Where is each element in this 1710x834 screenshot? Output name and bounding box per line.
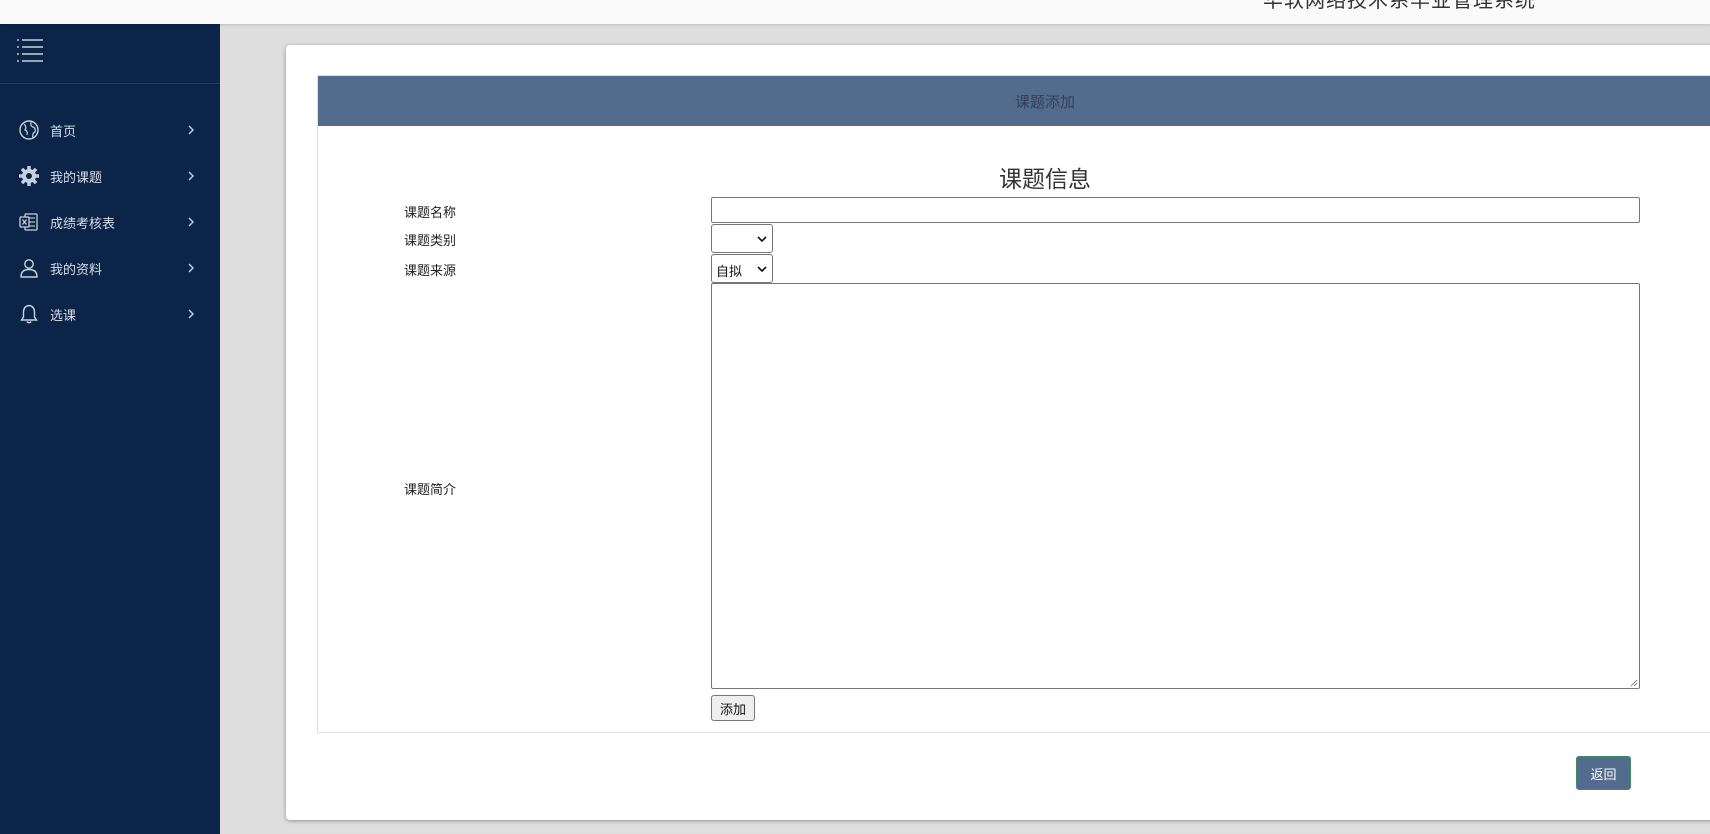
chevron-right-icon [188, 217, 194, 227]
sidebar-item-label: 成绩考核表 [50, 216, 116, 232]
sidebar-item-home[interactable]: 首页 [0, 107, 220, 153]
sidebar-item-grade-sheet[interactable]: 成绩考核表 [0, 199, 220, 245]
topic-category-label: 课题类别 [404, 234, 457, 249]
globe-icon [17, 118, 41, 142]
sidebar-item-label: 我的课题 [50, 170, 103, 186]
topic-source-value: 自拟 [716, 265, 743, 280]
excel-file-icon [17, 210, 41, 234]
topic-add-panel: 课题添加 课题信息 课题名称 课题类别 课题来源 自拟 课题简介 添加 [317, 75, 1710, 733]
main-card: 课题添加 课题信息 课题名称 课题类别 课题来源 自拟 课题简介 添加 返回 [286, 45, 1710, 820]
topic-name-input[interactable] [711, 197, 1640, 223]
panel-header: 课题添加 [318, 76, 1710, 126]
form-title: 课题信息 [999, 167, 1091, 193]
menu-toggle-icon[interactable] [14, 37, 46, 65]
topic-intro-textarea[interactable] [711, 283, 1640, 689]
sidebar-item-my-profile[interactable]: 我的资料 [0, 245, 220, 291]
chevron-down-icon [757, 266, 767, 273]
topic-source-label: 课题来源 [404, 264, 457, 279]
sidebar-divider [0, 83, 220, 84]
sidebar-item-label: 首页 [50, 124, 77, 140]
chevron-right-icon [188, 125, 194, 135]
sidebar-item-label: 我的资料 [50, 262, 103, 278]
chevron-right-icon [188, 309, 194, 319]
resize-grip-icon[interactable] [1629, 678, 1638, 687]
topic-name-label: 课题名称 [404, 206, 457, 221]
chevron-down-icon [757, 236, 767, 243]
sidebar: 首页 我的课题 成绩考核表 我的资料 选课 [0, 24, 220, 834]
gear-icon [17, 164, 41, 188]
chevron-right-icon [188, 171, 194, 181]
chevron-right-icon [188, 263, 194, 273]
topic-category-select[interactable] [711, 224, 773, 253]
add-button[interactable]: 添加 [711, 695, 755, 721]
sidebar-nav: 首页 我的课题 成绩考核表 我的资料 选课 [0, 107, 220, 337]
back-button[interactable]: 返回 [1576, 756, 1631, 790]
sidebar-item-course-selection[interactable]: 选课 [0, 291, 220, 337]
panel-heading: 课题添加 [1015, 93, 1076, 111]
sidebar-item-label: 选课 [50, 308, 77, 324]
topic-source-select[interactable]: 自拟 [711, 254, 773, 283]
bell-icon [17, 302, 41, 326]
sidebar-item-my-topics[interactable]: 我的课题 [0, 153, 220, 199]
topic-intro-label: 课题简介 [404, 483, 457, 498]
user-icon [17, 256, 41, 280]
top-header: 华软网络技术系毕业管理系统 [0, 0, 1710, 24]
app-title: 华软网络技术系毕业管理系统 [1263, 0, 1536, 12]
